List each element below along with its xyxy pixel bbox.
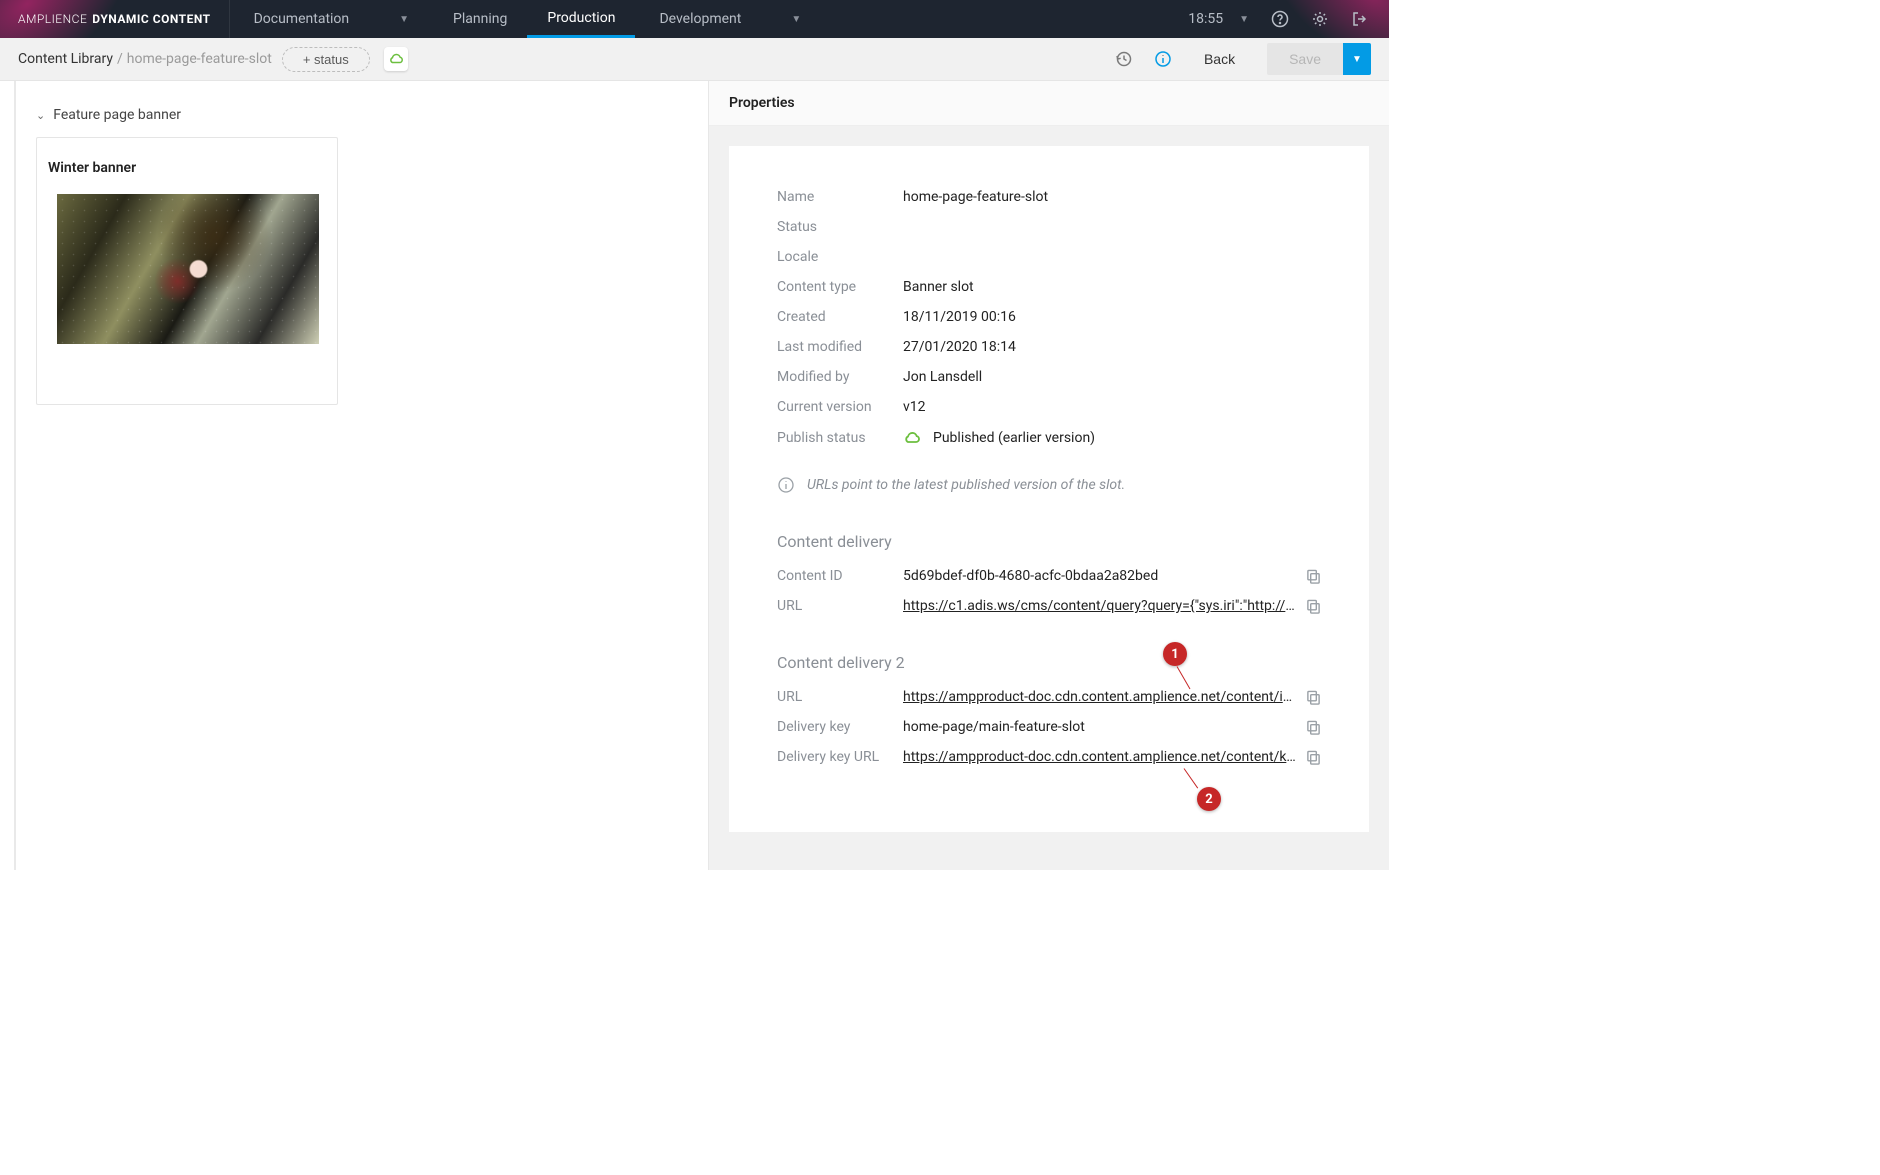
nav-development[interactable]: Development ▼ [635,0,825,38]
content-thumbnail [57,194,319,344]
prop-type-value: Banner slot [903,279,1321,295]
prop-status-label: Status [777,219,903,235]
cd1-title: Content delivery [777,500,1321,561]
chevron-down-icon: ⌄ [36,109,45,122]
chevron-down-icon: ▼ [399,14,409,25]
prop-modifiedby-value: Jon Lansdell [903,369,1321,385]
card-title: Winter banner [47,160,327,176]
clock-time: 18:55 [1188,11,1223,27]
top-nav: AMPLIENCE DYNAMIC CONTENT Documentation … [0,0,1389,38]
history-icon[interactable] [1114,50,1132,68]
prop-modifiedby-label: Modified by [777,369,903,385]
prop-name-label: Name [777,189,903,205]
nav-planning-label: Planning [453,11,507,27]
main-content: ⌄ Feature page banner Winter banner Prop… [0,81,1389,870]
logout-icon[interactable] [1351,10,1369,28]
publish-status-icon[interactable] [384,47,408,71]
save-button-group: Save ▼ [1267,43,1371,75]
save-button: Save [1267,43,1343,75]
info-note-text: URLs point to the latest published versi… [807,477,1125,493]
chevron-down-icon: ▼ [1239,14,1249,25]
copy-button[interactable] [1306,690,1321,705]
content-editor-pane: ⌄ Feature page banner Winter banner [14,81,708,870]
prop-url2-value[interactable]: https://ampproduct-doc.cdn.content.ampli… [903,689,1297,705]
prop-url-label: URL [777,598,903,614]
prop-cid-value: 5d69bdef-df0b-4680-acfc-0bdaa2a82bed [903,568,1292,584]
breadcrumb-item: home-page-feature-slot [127,51,272,67]
prop-modified-label: Last modified [777,339,903,355]
cloud-icon [903,429,921,447]
clock-menu[interactable]: 18:55 ▼ [1188,11,1249,27]
help-icon[interactable] [1271,10,1289,28]
content-card[interactable]: Winter banner [36,137,338,405]
prop-dkeyurl-value[interactable]: https://ampproduct-doc.cdn.content.ampli… [903,749,1297,765]
copy-button[interactable] [1306,750,1321,765]
prop-created-label: Created [777,309,903,325]
gear-icon[interactable] [1311,10,1329,28]
prop-name-value: home-page-feature-slot [903,189,1321,205]
breadcrumb-separator: / [113,51,127,67]
nav-production[interactable]: Production [527,0,635,38]
back-button[interactable]: Back [1194,51,1245,67]
prop-dkeyurl-label: Delivery key URL [777,749,903,765]
nav-production-label: Production [547,10,615,26]
chevron-down-icon: ▼ [791,14,801,25]
info-icon [777,476,795,494]
toolbar: Content Library / home-page-feature-slot… [0,38,1389,81]
prop-modified-value: 27/01/2020 18:14 [903,339,1321,355]
chevron-down-icon: ▼ [1352,54,1362,65]
info-icon[interactable] [1154,50,1172,68]
annotation-2: 2 [1197,787,1221,811]
prop-version-label: Current version [777,399,903,415]
prop-url2-label: URL [777,689,903,705]
prop-created-value: 18/11/2019 00:16 [903,309,1321,325]
prop-locale-label: Locale [777,249,903,265]
nav-planning[interactable]: Planning [433,0,527,38]
prop-url-value[interactable]: https://c1.adis.ws/cms/content/query?que… [903,598,1297,614]
prop-dkey-label: Delivery key [777,719,903,735]
prop-version-value: v12 [903,399,1321,415]
properties-header: Properties [709,81,1389,126]
section-toggle[interactable]: ⌄ Feature page banner [36,107,688,123]
copy-button[interactable] [1306,720,1321,735]
copy-button[interactable] [1306,569,1321,584]
nav-documentation[interactable]: Documentation ▼ [230,0,433,38]
save-dropdown-button[interactable]: ▼ [1343,43,1371,75]
prop-cid-label: Content ID [777,568,903,584]
section-title: Feature page banner [53,107,181,123]
prop-type-label: Content type [777,279,903,295]
prop-dkey-value: home-page/main-feature-slot [903,719,1292,735]
breadcrumb-root[interactable]: Content Library [18,51,113,67]
cd2-title: Content delivery 2 [777,621,1321,682]
brand-logo: AMPLIENCE DYNAMIC CONTENT [0,0,230,38]
brand-bold: DYNAMIC CONTENT [92,12,210,26]
brand-light: AMPLIENCE [18,12,87,26]
nav-development-label: Development [659,11,741,27]
nav-documentation-label: Documentation [254,11,350,27]
prop-publish-value: Published (earlier version) [933,430,1095,446]
prop-publish-label: Publish status [777,430,903,446]
add-status-button[interactable]: + status [282,47,370,72]
properties-pane: Properties Namehome-page-feature-slot St… [708,81,1389,870]
copy-button[interactable] [1306,599,1321,614]
annotation-1: 1 [1163,642,1187,666]
